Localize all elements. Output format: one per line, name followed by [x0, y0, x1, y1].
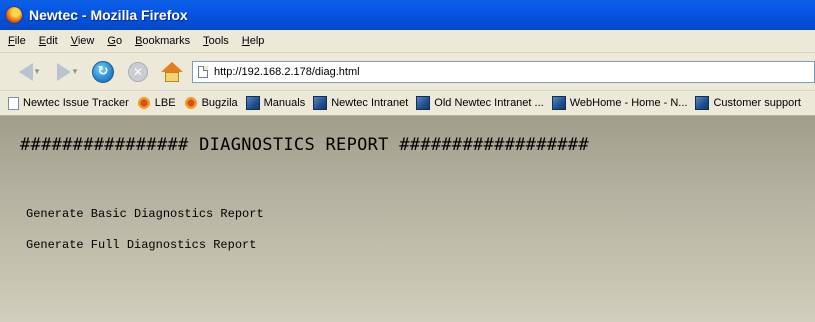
blue-folder-icon	[416, 96, 431, 110]
blue-folder-icon	[695, 96, 710, 110]
url-text[interactable]: http://192.168.2.178/diag.html	[214, 66, 360, 78]
generate-basic-report-link[interactable]: Generate Basic Diagnostics Report	[26, 207, 264, 221]
blue-folder-icon	[313, 96, 328, 110]
url-input[interactable]: http://192.168.2.178/diag.html	[192, 60, 815, 83]
bookmark-label: LBE	[154, 97, 176, 109]
back-button[interactable]: ▾	[14, 59, 44, 85]
bookmark-label: WebHome - Home - N...	[569, 97, 688, 109]
reload-button[interactable]: ↻	[90, 59, 116, 85]
bookmark-label: Newtec Issue Tracker	[23, 97, 129, 109]
menu-view[interactable]: View	[71, 34, 95, 48]
bookmark-label: Newtec Intranet	[331, 97, 409, 109]
bug-icon	[136, 96, 151, 110]
menu-bar: File Edit View Go Bookmarks Tools Help	[0, 30, 815, 53]
window-title: Newtec - Mozilla Firefox	[29, 7, 188, 23]
bookmark-manuals[interactable]: Manuals	[245, 96, 306, 110]
stop-button[interactable]: ✕	[126, 60, 150, 84]
stop-icon: ✕	[128, 61, 148, 82]
page-icon	[8, 96, 19, 110]
forward-button[interactable]: ▾	[52, 59, 82, 85]
bug-icon	[183, 96, 198, 110]
blue-folder-icon	[551, 96, 566, 110]
bookmark-webhome[interactable]: WebHome - Home - N...	[551, 96, 688, 110]
blue-folder-icon	[245, 96, 260, 110]
page-icon	[198, 65, 208, 78]
menu-edit[interactable]: Edit	[39, 34, 58, 48]
chevron-down-icon[interactable]: ▾	[35, 67, 40, 77]
generate-full-report-link[interactable]: Generate Full Diagnostics Report	[26, 238, 256, 252]
page-title: ################ DIAGNOSTICS REPORT ####…	[20, 135, 589, 155]
menu-tools[interactable]: Tools	[203, 34, 229, 48]
page-content: ################ DIAGNOSTICS REPORT ####…	[0, 116, 815, 322]
bookmark-label: Customer support	[713, 97, 801, 109]
bookmark-customer-support[interactable]: Customer support	[695, 96, 801, 110]
firefox-logo-icon	[5, 6, 23, 24]
chevron-down-icon[interactable]: ▾	[73, 67, 78, 77]
bookmark-label: Manuals	[263, 97, 306, 109]
back-icon	[18, 62, 33, 81]
bookmark-newtec-intranet[interactable]: Newtec Intranet	[313, 96, 408, 110]
menu-bookmarks[interactable]: Bookmarks	[135, 34, 190, 48]
forward-icon	[56, 62, 71, 81]
menu-go[interactable]: Go	[107, 34, 122, 48]
menu-help[interactable]: Help	[242, 34, 265, 48]
bookmarks-toolbar: Newtec Issue Tracker LBE Bugzila Manuals…	[0, 91, 815, 116]
navigation-toolbar: ▾ ▾ ↻ ✕ http://192.168.2.178/diag.html	[0, 53, 815, 91]
home-icon	[161, 61, 183, 82]
bookmark-label: Old Newtec Intranet ...	[434, 97, 544, 109]
bookmark-bugzila[interactable]: Bugzila	[183, 96, 238, 110]
menu-file[interactable]: File	[8, 34, 26, 48]
bookmark-old-newtec-intranet[interactable]: Old Newtec Intranet ...	[416, 96, 544, 110]
reload-icon: ↻	[92, 60, 114, 83]
window-titlebar: Newtec - Mozilla Firefox	[0, 0, 815, 30]
bookmark-lbe[interactable]: LBE	[136, 96, 176, 110]
home-button[interactable]	[158, 59, 186, 85]
bookmark-label: Bugzila	[201, 97, 238, 109]
bookmark-newtec-issue-tracker[interactable]: Newtec Issue Tracker	[6, 96, 129, 110]
